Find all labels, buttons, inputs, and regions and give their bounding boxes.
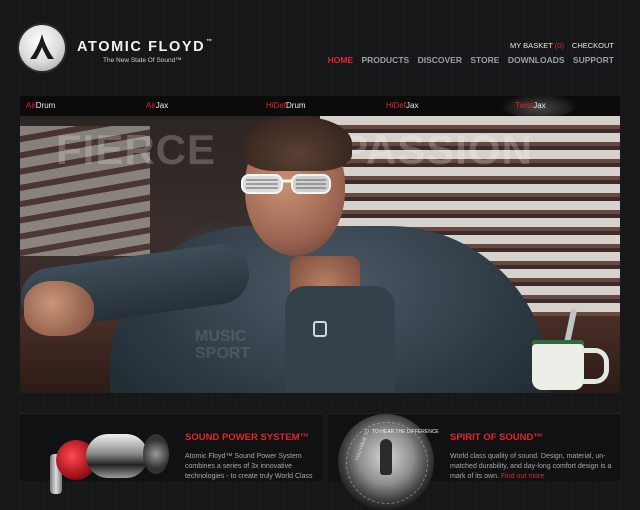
coffee-mug xyxy=(532,340,584,390)
tab-hidefjax[interactable]: HiDefJax xyxy=(386,101,418,110)
tab-airjax[interactable]: AirJax xyxy=(146,101,168,110)
basket-link[interactable]: MY BASKET (0) xyxy=(510,41,564,50)
nav-support[interactable]: SUPPORT xyxy=(573,55,614,65)
find-out-more-link[interactable]: Find out more xyxy=(501,473,544,480)
product-tabs: AirDrum AirJax HiDefDrum HiDefJax TwistJ… xyxy=(20,94,620,118)
panel-body-spirit: World class quality of sound. Design, ma… xyxy=(450,453,612,480)
nav-store[interactable]: STORE xyxy=(470,55,499,65)
nav-home[interactable]: HOME xyxy=(328,55,354,65)
brand-name: ATOMIC FLOYD™ xyxy=(77,39,214,55)
main-nav: HOME PRODUCTS DISCOVER STORE DOWNLOADS S… xyxy=(322,55,614,65)
basket-count: (0) xyxy=(554,41,564,50)
nav-discover[interactable]: DISCOVER xyxy=(418,55,462,65)
panel-body-sound-power: Atomic Floyd™ Sound Power System combine… xyxy=(185,453,313,480)
hero-banner[interactable]: FIERCE PASSION MUSIC SPORT xyxy=(20,116,620,393)
brand-logo[interactable]: ATOMIC FLOYD™ The New State Of Sound™ xyxy=(19,25,229,75)
model-shirt xyxy=(285,286,395,393)
tab-hidefdrum[interactable]: HiDefDrum xyxy=(266,101,306,110)
figure-icon xyxy=(380,439,392,475)
sunglasses-icon xyxy=(241,174,331,194)
tab-twistjax[interactable]: TwistJax xyxy=(515,101,546,110)
atomic-floyd-logo-icon xyxy=(19,25,65,71)
coin-text: TO HEAR THE DIFFERENCE xyxy=(372,429,439,435)
earbuds-image xyxy=(48,424,178,494)
panel-sound-power[interactable]: SOUND POWER SYSTEM™ Atomic Floyd™ Sound … xyxy=(20,413,322,494)
nav-downloads[interactable]: DOWNLOADS xyxy=(508,55,565,65)
utility-bar: MY BASKET (0) CHECKOUT xyxy=(510,41,614,50)
pendant-icon xyxy=(313,321,327,337)
mug-handle xyxy=(582,348,609,384)
hero-title-left: FIERCE xyxy=(56,126,217,173)
tab-airdrum[interactable]: AirDrum xyxy=(26,101,55,110)
panel-title-sound-power[interactable]: SOUND POWER SYSTEM™ xyxy=(185,432,309,443)
brand-tagline: The New State Of Sound™ xyxy=(103,57,182,64)
hero-title-right: PASSION xyxy=(340,126,533,173)
nav-products[interactable]: PRODUCTS xyxy=(361,55,409,65)
panel-spirit-of-sound[interactable]: TO HEAR THE DIFFERENCE YOU HAVE TO SPIRI… xyxy=(328,413,620,510)
model-hand xyxy=(24,281,94,336)
panel-title-spirit[interactable]: SPIRIT OF SOUND™ xyxy=(450,432,543,443)
hero-ghost-text: MUSIC SPORT xyxy=(195,328,251,362)
model-hair xyxy=(242,116,352,171)
checkout-link[interactable]: CHECKOUT xyxy=(572,41,614,50)
